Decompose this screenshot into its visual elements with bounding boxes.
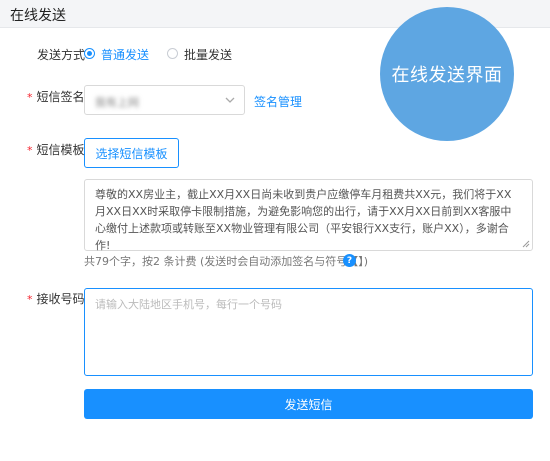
required-mark: * xyxy=(27,91,33,104)
template-content-text: 尊敬的XX房业主，截止XX月XX日尚未收到贵户应缴停车月租费共XX元，我们将于X… xyxy=(95,188,512,252)
required-mark: * xyxy=(27,293,33,306)
send-sms-button[interactable]: 发送短信 xyxy=(84,389,533,419)
radio-batch-send-label[interactable]: 批量发送 xyxy=(184,46,232,63)
template-charge-hint: 共79个字，按2 条计费 (发送时会自动添加签名与符号【】) xyxy=(84,255,369,268)
chevron-down-icon xyxy=(225,97,235,103)
send-mode-label: 发送方式 xyxy=(37,48,86,62)
signature-select-value: 我有上网 xyxy=(95,96,139,109)
help-icon[interactable]: ? xyxy=(343,254,356,267)
signature-label: * 短信签名 xyxy=(27,88,85,105)
template-label-text: 短信模板 xyxy=(36,143,85,157)
radio-normal-send-label[interactable]: 普通发送 xyxy=(101,46,149,63)
resize-handle-icon[interactable] xyxy=(522,240,530,248)
signature-select[interactable]: 我有上网 xyxy=(84,85,245,115)
radio-normal-send[interactable] xyxy=(84,48,95,59)
page-title: 在线发送 xyxy=(10,8,66,24)
required-mark: * xyxy=(27,144,33,157)
template-label: * 短信模板 xyxy=(27,141,85,158)
signature-label-text: 短信签名 xyxy=(36,90,85,104)
signature-manage-link[interactable]: 签名管理 xyxy=(254,93,302,110)
receiver-label-text: 接收号码 xyxy=(36,292,85,306)
select-template-button[interactable]: 选择短信模板 xyxy=(84,138,179,168)
radio-batch-send[interactable] xyxy=(167,48,178,59)
receiver-label: * 接收号码 xyxy=(27,290,85,307)
receiver-numbers-textarea[interactable]: 请输入大陆地区手机号，每行一个号码 xyxy=(84,288,533,376)
overlay-badge: 在线发送界面 xyxy=(380,7,514,141)
template-content-textarea[interactable]: 尊敬的XX房业主，截止XX月XX日尚未收到贵户应缴停车月租费共XX元，我们将于X… xyxy=(84,179,533,252)
